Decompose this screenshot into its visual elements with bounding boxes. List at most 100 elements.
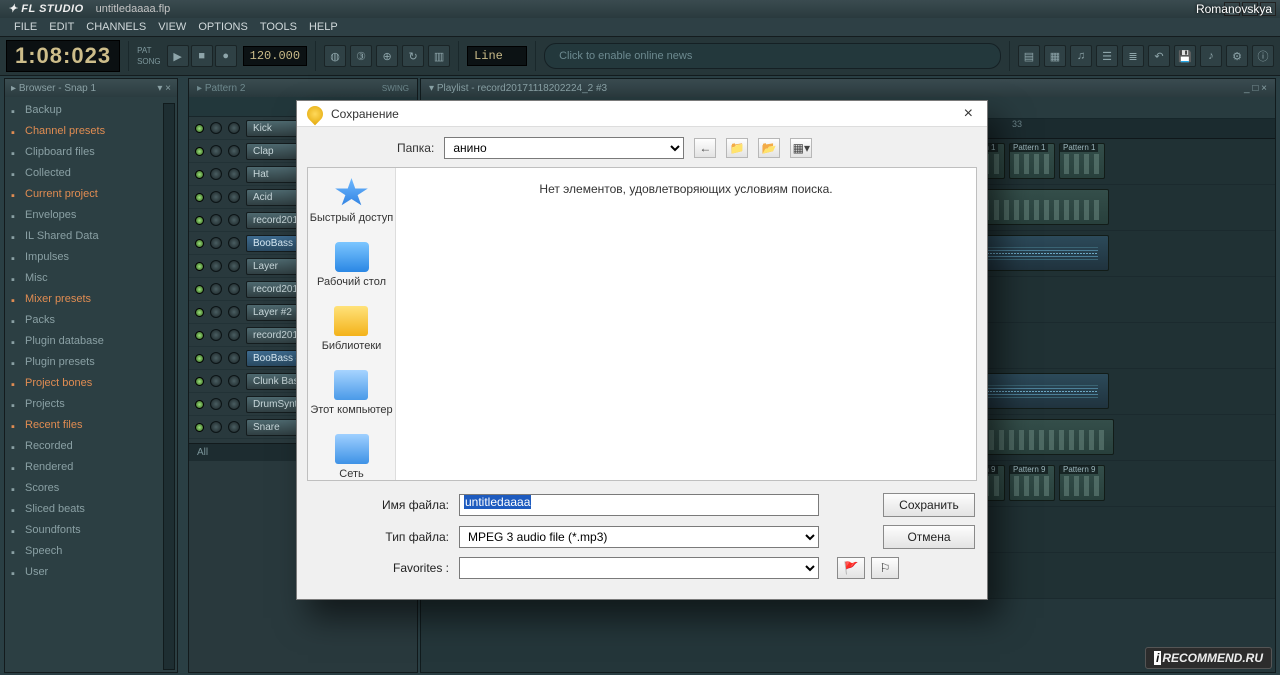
view-stepsequencer-button[interactable]: ▦ (1044, 45, 1066, 67)
channel-mute-led[interactable] (195, 262, 204, 271)
place-item[interactable]: Быстрый доступ (310, 178, 394, 224)
channel-mute-led[interactable] (195, 400, 204, 409)
channel-mute-led[interactable] (195, 170, 204, 179)
channel-pan-knob[interactable] (210, 237, 222, 249)
render-button[interactable]: ♪ (1200, 45, 1222, 67)
channel-vol-knob[interactable] (228, 329, 240, 341)
menu-channels[interactable]: CHANNELS (86, 21, 146, 33)
browser-item[interactable]: ▪Impulses (5, 246, 177, 267)
channel-pan-knob[interactable] (210, 306, 222, 318)
browser-item[interactable]: ▪Backup (5, 99, 177, 120)
folder-select[interactable]: анино (444, 137, 684, 159)
channel-pan-knob[interactable] (210, 329, 222, 341)
browser-item[interactable]: ▪Sliced beats (5, 498, 177, 519)
channels-pattern-name[interactable]: Pattern 2 (205, 83, 246, 94)
metronome-button[interactable]: ◍ (324, 45, 346, 67)
channel-vol-knob[interactable] (228, 237, 240, 249)
browser-collapse-icon[interactable]: ▸ (11, 83, 16, 94)
place-item[interactable]: Этот компьютер (310, 370, 392, 416)
channel-vol-knob[interactable] (228, 122, 240, 134)
browser-item[interactable]: ▪Mixer presets (5, 288, 177, 309)
favorite-add-button[interactable]: 🚩 (837, 557, 865, 579)
channel-pan-knob[interactable] (210, 145, 222, 157)
channel-mute-led[interactable] (195, 216, 204, 225)
menu-options[interactable]: OPTIONS (198, 21, 248, 33)
browser-item[interactable]: ▪Rendered (5, 456, 177, 477)
menu-file[interactable]: FILE (14, 21, 37, 33)
overdub-button[interactable]: ⊕ (376, 45, 398, 67)
hint-bar[interactable]: Click to enable online news (544, 43, 1001, 69)
dialog-save-button[interactable]: Сохранить (883, 493, 975, 517)
menu-edit[interactable]: EDIT (49, 21, 74, 33)
channel-pan-knob[interactable] (210, 398, 222, 410)
loop-button[interactable]: ↻ (402, 45, 424, 67)
browser-item[interactable]: ▪Plugin presets (5, 351, 177, 372)
channel-pan-knob[interactable] (210, 122, 222, 134)
browser-item[interactable]: ▪Recent files (5, 414, 177, 435)
browser-scrollbar[interactable] (163, 103, 175, 670)
playlist-maximize-icon[interactable]: □ (1250, 83, 1259, 94)
view-playlist-button[interactable]: ▤ (1018, 45, 1040, 67)
nav-up-button[interactable]: 📁 (726, 138, 748, 158)
browser-item[interactable]: ▪Projects (5, 393, 177, 414)
playlist-close-icon[interactable]: × (1258, 83, 1267, 94)
channel-vol-knob[interactable] (228, 306, 240, 318)
channel-mute-led[interactable] (195, 423, 204, 432)
place-item[interactable]: Рабочий стол (317, 242, 386, 288)
save-button[interactable]: 💾 (1174, 45, 1196, 67)
channel-pan-knob[interactable] (210, 260, 222, 272)
channel-pan-knob[interactable] (210, 352, 222, 364)
file-list-area[interactable]: Нет элементов, удовлетворяющих условиям … (396, 168, 976, 480)
play-button[interactable]: ▶ (167, 45, 189, 67)
song-mode-label[interactable]: SONG (137, 57, 161, 66)
nav-back-button[interactable]: ← (694, 138, 716, 158)
channel-mute-led[interactable] (195, 331, 204, 340)
browser-close-icon[interactable]: × (162, 83, 171, 94)
channel-mute-led[interactable] (195, 193, 204, 202)
channel-vol-knob[interactable] (228, 260, 240, 272)
channel-vol-knob[interactable] (228, 168, 240, 180)
channel-pan-knob[interactable] (210, 214, 222, 226)
tempo-display[interactable]: 120.000 (243, 46, 307, 66)
dialog-cancel-button[interactable]: Отмена (883, 525, 975, 549)
step-button[interactable]: ▥ (428, 45, 450, 67)
browser-item[interactable]: ▪Recorded (5, 435, 177, 456)
browser-item[interactable]: ▪Current project (5, 183, 177, 204)
browser-item[interactable]: ▪Channel presets (5, 120, 177, 141)
countdown-button[interactable]: ③ (350, 45, 372, 67)
record-button[interactable]: ● (215, 45, 237, 67)
channel-mute-led[interactable] (195, 147, 204, 156)
channel-mute-led[interactable] (195, 239, 204, 248)
place-item[interactable]: Библиотеки (322, 306, 382, 352)
browser-item[interactable]: ▪Collected (5, 162, 177, 183)
browser-item[interactable]: ▪Packs (5, 309, 177, 330)
browser-item[interactable]: ▪Soundfonts (5, 519, 177, 540)
channels-menu-icon[interactable]: ▸ (197, 83, 202, 94)
browser-item[interactable]: ▪Misc (5, 267, 177, 288)
channel-pan-knob[interactable] (210, 375, 222, 387)
channel-vol-knob[interactable] (228, 421, 240, 433)
channel-pan-knob[interactable] (210, 168, 222, 180)
channel-vol-knob[interactable] (228, 398, 240, 410)
favorites-select[interactable] (459, 557, 819, 579)
settings-button[interactable]: ⚙ (1226, 45, 1248, 67)
filetype-select[interactable]: MPEG 3 audio file (*.mp3) (459, 526, 819, 548)
browser-item[interactable]: ▪User (5, 561, 177, 582)
channel-mute-led[interactable] (195, 354, 204, 363)
menu-tools[interactable]: TOOLS (260, 21, 297, 33)
menu-help[interactable]: HELP (309, 21, 338, 33)
filename-input[interactable]: untitledaaaa (459, 494, 819, 516)
channel-vol-knob[interactable] (228, 352, 240, 364)
channel-mute-led[interactable] (195, 124, 204, 133)
new-folder-button[interactable]: 📂 (758, 138, 780, 158)
info-button[interactable]: ⓘ (1252, 45, 1274, 67)
browser-item[interactable]: ▪Envelopes (5, 204, 177, 225)
view-browser-button[interactable]: ☰ (1096, 45, 1118, 67)
undo-button[interactable]: ↶ (1148, 45, 1170, 67)
snap-selector[interactable]: Line (467, 46, 527, 66)
favorite-remove-button[interactable]: ⚐ (871, 557, 899, 579)
channel-pan-knob[interactable] (210, 421, 222, 433)
channel-mute-led[interactable] (195, 308, 204, 317)
channel-vol-knob[interactable] (228, 214, 240, 226)
view-mode-button[interactable]: ▦▾ (790, 138, 812, 158)
